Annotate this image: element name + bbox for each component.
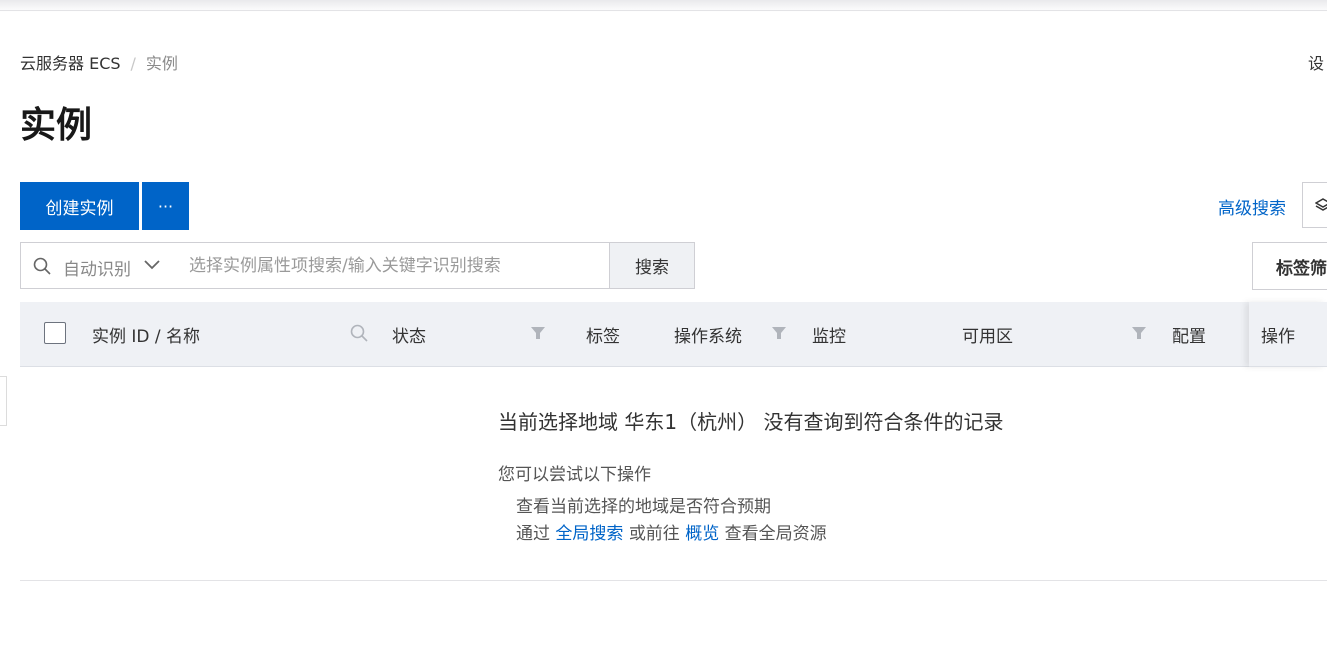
create-instance-button[interactable]: 创建实例 <box>20 182 139 230</box>
suggestion-text-prefix: 通过 <box>516 524 550 544</box>
breadcrumb-root[interactable]: 云服务器 ECS <box>20 54 121 73</box>
search-mode-select[interactable]: 自动识别 <box>63 255 131 280</box>
global-search-link[interactable]: 全局搜索 <box>555 524 623 544</box>
column-status: 状态 <box>392 327 426 347</box>
zone-filter-icon[interactable] <box>1131 325 1147 341</box>
search-button[interactable]: 搜索 <box>609 242 695 289</box>
column-search-icon[interactable] <box>350 324 368 342</box>
breadcrumb: 云服务器 ECS / 实例 <box>20 50 178 74</box>
chevron-down-icon[interactable] <box>143 259 161 271</box>
suggestion-text-suffix: 查看全局资源 <box>724 524 827 544</box>
suggestion-text-middle: 或前往 <box>628 524 680 544</box>
side-panel-handle[interactable] <box>0 376 7 426</box>
page-title: 实例 <box>20 105 93 146</box>
table-bottom-divider <box>20 580 1327 581</box>
empty-state-title: 当前选择地域 华东1（杭州） 没有查询到符合条件的记录 <box>498 410 1004 434</box>
column-tags: 标签 <box>586 327 620 347</box>
breadcrumb-current: 实例 <box>145 54 178 73</box>
empty-state-suggestion-1: 查看当前选择的地域是否符合预期 <box>516 497 771 517</box>
breadcrumb-separator: / <box>130 54 136 73</box>
layers-icon <box>1315 198 1327 211</box>
settings-link[interactable]: 设 <box>1308 50 1324 74</box>
search-icon <box>33 257 51 275</box>
os-filter-icon[interactable] <box>771 325 787 341</box>
empty-state-hint: 您可以尝试以下操作 <box>498 465 651 485</box>
column-instance-id: 实例 ID / 名称 <box>92 327 201 347</box>
advanced-search-link[interactable]: 高级搜索 <box>1218 194 1286 219</box>
more-actions-button[interactable]: ··· <box>142 182 189 230</box>
column-config: 配置 <box>1172 327 1206 347</box>
layers-button[interactable] <box>1302 182 1327 228</box>
table-header: 实例 ID / 名称 状态 标签 操作系统 监控 可用区 配置 <box>20 302 1327 367</box>
column-actions: 操作 <box>1261 327 1295 347</box>
column-monitoring: 监控 <box>812 327 846 347</box>
column-zone: 可用区 <box>962 327 1013 347</box>
more-icon: ··· <box>157 196 174 216</box>
column-os: 操作系统 <box>674 327 742 347</box>
empty-state-suggestion-2: 通过 全局搜索 或前往 概览 查看全局资源 <box>516 519 827 544</box>
status-filter-icon[interactable] <box>530 325 546 341</box>
search-bar: 自动识别 <box>20 242 610 289</box>
overview-link[interactable]: 概览 <box>685 524 719 544</box>
search-input[interactable] <box>189 251 599 280</box>
column-actions-fixed: 操作 <box>1249 302 1327 367</box>
top-divider <box>0 10 1327 11</box>
select-all-checkbox[interactable] <box>44 322 66 344</box>
tag-filter-button[interactable]: 标签筛 <box>1252 242 1327 290</box>
